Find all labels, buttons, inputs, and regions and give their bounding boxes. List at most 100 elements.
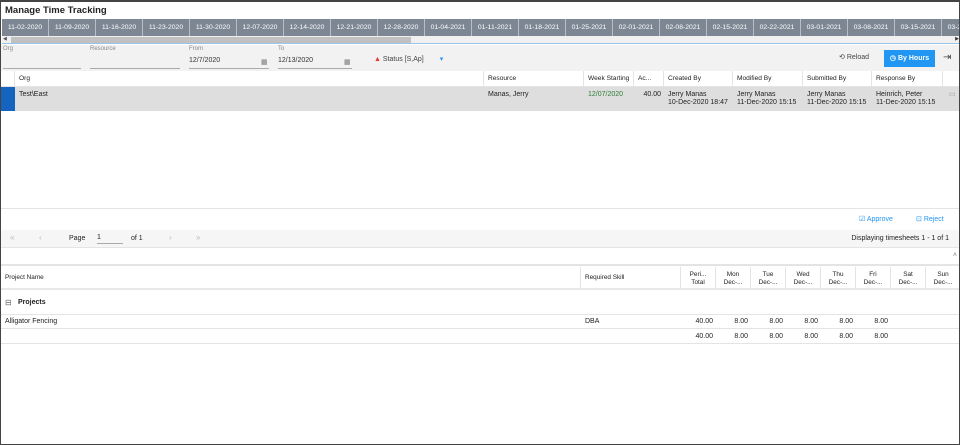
week-tab[interactable]: 03-08-2021 (848, 19, 895, 36)
details-collapse-bar[interactable]: ˄ (1, 249, 959, 266)
hours-cell[interactable]: 8.00 (751, 329, 786, 343)
week-tab[interactable]: 12-28-2020 (378, 19, 425, 36)
to-input[interactable]: 12/13/2020 (278, 57, 313, 64)
hours-cell[interactable]: 8.00 (821, 329, 856, 343)
week-tabs: 11-02-2020 11-09-2020 11-16-2020 11-23-2020… (2, 19, 959, 36)
hours-cell[interactable] (926, 314, 959, 328)
week-tab[interactable]: 12-21-2020 (331, 19, 378, 36)
scroll-right-icon[interactable]: ▶ (955, 36, 959, 42)
week-tab[interactable]: 03-22-2021 (942, 19, 959, 36)
week-tab[interactable]: 03-15-2021 (895, 19, 942, 36)
week-tab[interactable]: 01-18-2021 (519, 19, 566, 36)
col-sun[interactable]: Sun Dec-... (926, 267, 959, 288)
checkbox-icon: ☑ (859, 216, 866, 223)
col-org[interactable]: Org (15, 71, 484, 86)
hours-cell[interactable] (926, 329, 959, 343)
page-label: Page (69, 235, 86, 242)
row-selected-indicator[interactable] (1, 87, 15, 111)
from-input[interactable]: 12/7/2020 (189, 57, 220, 64)
modified-by: Jerry Manas (737, 91, 776, 98)
week-tab[interactable]: 02-08-2021 (660, 19, 707, 36)
scrollbar-thumb[interactable] (11, 37, 411, 43)
col-tue[interactable]: Tue Dec-... (751, 267, 786, 288)
group-row-projects[interactable]: ⊟ Projects (1, 291, 959, 315)
hours-cell[interactable]: 8.00 (856, 314, 891, 328)
week-tab[interactable]: 01-25-2021 (566, 19, 613, 36)
approve-button[interactable]: ☑ Approve (859, 215, 893, 223)
page-input[interactable]: 1 (97, 234, 123, 244)
week-tab[interactable]: 02-01-2021 (613, 19, 660, 36)
hours-cell[interactable]: 8.00 (716, 314, 751, 328)
col-label: Wed (796, 271, 810, 278)
comment-icon[interactable]: ▭ (945, 87, 959, 111)
status-filter[interactable]: ▲ Status [S,Ap] ▾ (374, 55, 443, 63)
calendar-icon[interactable]: ▦ (261, 58, 268, 66)
week-tab[interactable]: 11-09-2020 (49, 19, 96, 36)
week-tab[interactable]: 02-15-2021 (707, 19, 754, 36)
col-submitted-by[interactable]: Submitted By (803, 71, 872, 86)
group-label: Projects (18, 299, 46, 306)
col-sat[interactable]: Sat Dec-... (891, 267, 926, 288)
reload-button[interactable]: ⟲ Reload (839, 53, 869, 61)
week-tab[interactable]: 01-11-2021 (472, 19, 519, 36)
week-tab[interactable]: 11-30-2020 (190, 19, 237, 36)
col-modified-by[interactable]: Modified By (733, 71, 803, 86)
col-created-by[interactable]: Created By (664, 71, 733, 86)
export-icon[interactable]: ⇥ (943, 52, 951, 63)
scroll-left-icon[interactable]: ◀ (3, 36, 7, 42)
col-fri[interactable]: Fri Dec-... (856, 267, 891, 288)
hours-cell[interactable]: 8.00 (786, 329, 821, 343)
hours-cell[interactable]: 8.00 (821, 314, 856, 328)
hours-cell[interactable]: 8.00 (716, 329, 751, 343)
to-label: To (278, 46, 285, 52)
calendar-icon[interactable]: ▦ (344, 58, 351, 66)
hours-cell[interactable]: 40.00 (681, 329, 716, 343)
reject-button[interactable]: ⊡ Reject (916, 215, 944, 223)
col-project-name[interactable]: Project Name (1, 267, 581, 288)
submitted-cell: Jerry Manas 11-Dec-2020 15:15 (803, 87, 872, 111)
next-page-icon[interactable]: › (169, 233, 172, 242)
table-row[interactable]: Test\East Manas, Jerry 12/07/2020 40.00 … (1, 87, 959, 111)
col-mon[interactable]: Mon Dec-... (716, 267, 751, 288)
col-period-total[interactable]: Peri... Total (681, 267, 716, 288)
horizontal-scrollbar[interactable]: ◀ ▶ (2, 36, 959, 44)
prev-page-icon[interactable]: ‹ (39, 233, 42, 242)
week-tab[interactable]: 02-22-2021 (754, 19, 801, 36)
col-resource[interactable]: Resource (484, 71, 584, 86)
by-hours-button[interactable]: ◷ By Hours (884, 50, 935, 67)
collapse-group-icon[interactable]: ⊟ (5, 298, 12, 307)
last-page-icon[interactable]: » (196, 233, 200, 242)
hours-cell[interactable]: 40.00 (681, 314, 716, 328)
col-thu[interactable]: Thu Dec-... (821, 267, 856, 288)
col-sublabel: Total (691, 278, 705, 286)
col-actual[interactable]: Ac... (634, 71, 664, 86)
first-page-icon[interactable]: « (10, 233, 14, 242)
week-tab[interactable]: 12-14-2020 (284, 19, 331, 36)
col-label: Peri... (689, 271, 707, 278)
week-tab[interactable]: 12-07-2020 (237, 19, 284, 36)
week-tab[interactable]: 11-23-2020 (143, 19, 190, 36)
hours-cell[interactable]: 8.00 (786, 314, 821, 328)
org-cell: Test\East (19, 91, 48, 98)
week-tab[interactable]: 11-16-2020 (96, 19, 143, 36)
col-week-starting[interactable]: Week Starting (584, 71, 634, 86)
hours-cell[interactable] (891, 314, 926, 328)
col-response-by[interactable]: Response By (872, 71, 943, 86)
approve-label: Approve (866, 216, 893, 223)
hours-cell[interactable]: 8.00 (751, 314, 786, 328)
col-label: Tue (762, 271, 774, 278)
week-tab[interactable]: 03-01-2021 (801, 19, 848, 36)
hours-cell[interactable]: 8.00 (856, 329, 891, 343)
resource-cell: Manas, Jerry (488, 91, 529, 98)
skill-cell: DBA (585, 318, 600, 325)
response-by: Heinrich, Peter (876, 91, 923, 98)
chevron-up-icon[interactable]: ˄ (953, 252, 957, 259)
week-tab[interactable]: 11-02-2020 (2, 19, 49, 36)
week-tab[interactable]: 01-04-2021 (425, 19, 472, 36)
table-row[interactable]: Alligator Fencing DBA 40.00 8.00 8.00 8.00 8… (1, 314, 959, 329)
col-wed[interactable]: Wed Dec-... (786, 267, 821, 288)
hours-cell[interactable] (891, 329, 926, 343)
col-required-skill[interactable]: Required Skill (581, 267, 681, 288)
response-cell: Heinrich, Peter 11-Dec-2020 15:15 (872, 87, 943, 111)
totals-row: 40.00 8.00 8.00 8.00 8.00 8.00 (1, 329, 959, 344)
